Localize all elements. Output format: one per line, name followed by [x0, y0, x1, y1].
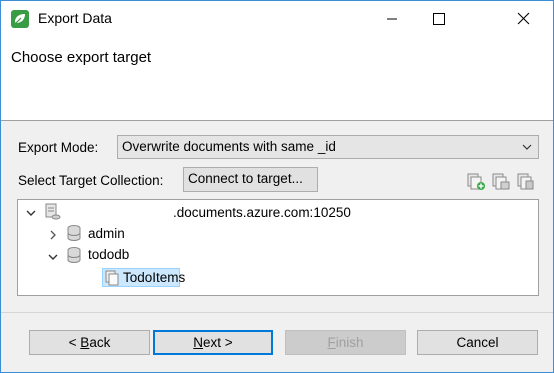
- export-mode-label: Export Mode:: [18, 140, 99, 155]
- page-title: Choose export target: [11, 49, 152, 66]
- close-icon: [517, 12, 530, 25]
- app-leaf-icon: [11, 10, 29, 28]
- collection-tree[interactable]: .documents.azure.com:10250 admin tododb: [17, 199, 539, 296]
- finish-button[interactable]: Finish: [285, 330, 406, 355]
- chevron-down-icon: [522, 144, 532, 150]
- cancel-button[interactable]: Cancel: [417, 330, 538, 355]
- back-mnemonic: B: [80, 335, 90, 350]
- back-prefix: <: [68, 335, 81, 350]
- edit-collection-icon[interactable]: [491, 171, 511, 191]
- expanded-chevron-icon[interactable]: [47, 251, 59, 263]
- export-data-dialog: Export Data Choose export target Export …: [0, 0, 554, 373]
- delete-collection-icon[interactable]: [516, 171, 536, 191]
- target-collection-label: Select Target Collection:: [18, 173, 164, 188]
- tree-item-todoitems-label: TodoItems: [123, 270, 186, 285]
- collapsed-chevron-icon[interactable]: [47, 229, 59, 241]
- collection-icon: [105, 270, 119, 286]
- close-button[interactable]: [501, 1, 547, 37]
- finish-mnemonic: F: [327, 335, 336, 350]
- wizard-header: Choose export target: [1, 37, 553, 120]
- minimize-icon: [387, 18, 397, 20]
- title-bar: Export Data: [1, 1, 553, 37]
- tree-item-tododb[interactable]: tododb: [88, 247, 129, 262]
- maximize-button[interactable]: [415, 1, 461, 37]
- minimize-button[interactable]: [369, 1, 415, 37]
- back-rest: ack: [89, 335, 111, 350]
- database-icon: [67, 247, 81, 263]
- maximize-icon: [433, 13, 445, 25]
- connect-to-target-button[interactable]: Connect to target...: [183, 167, 318, 192]
- tree-item-admin[interactable]: admin: [88, 226, 125, 241]
- tree-root-label[interactable]: .documents.azure.com:10250: [173, 205, 351, 220]
- tree-item-todoitems[interactable]: TodoItems: [102, 268, 185, 287]
- expanded-chevron-icon[interactable]: [25, 207, 37, 219]
- finish-rest: inish: [335, 335, 364, 350]
- window-title: Export Data: [38, 10, 112, 26]
- next-mnemonic: N: [193, 335, 204, 350]
- database-icon: [67, 225, 81, 241]
- new-collection-icon[interactable]: [466, 171, 486, 191]
- export-mode-select[interactable]: Overwrite documents with same _id: [117, 135, 539, 159]
- back-button[interactable]: < Back: [29, 330, 150, 355]
- export-mode-value: Overwrite documents with same _id: [122, 139, 336, 154]
- next-rest: ext >: [203, 335, 233, 350]
- footer-divider: [1, 312, 553, 313]
- server-icon: [45, 203, 61, 220]
- next-button[interactable]: Next >: [153, 330, 273, 355]
